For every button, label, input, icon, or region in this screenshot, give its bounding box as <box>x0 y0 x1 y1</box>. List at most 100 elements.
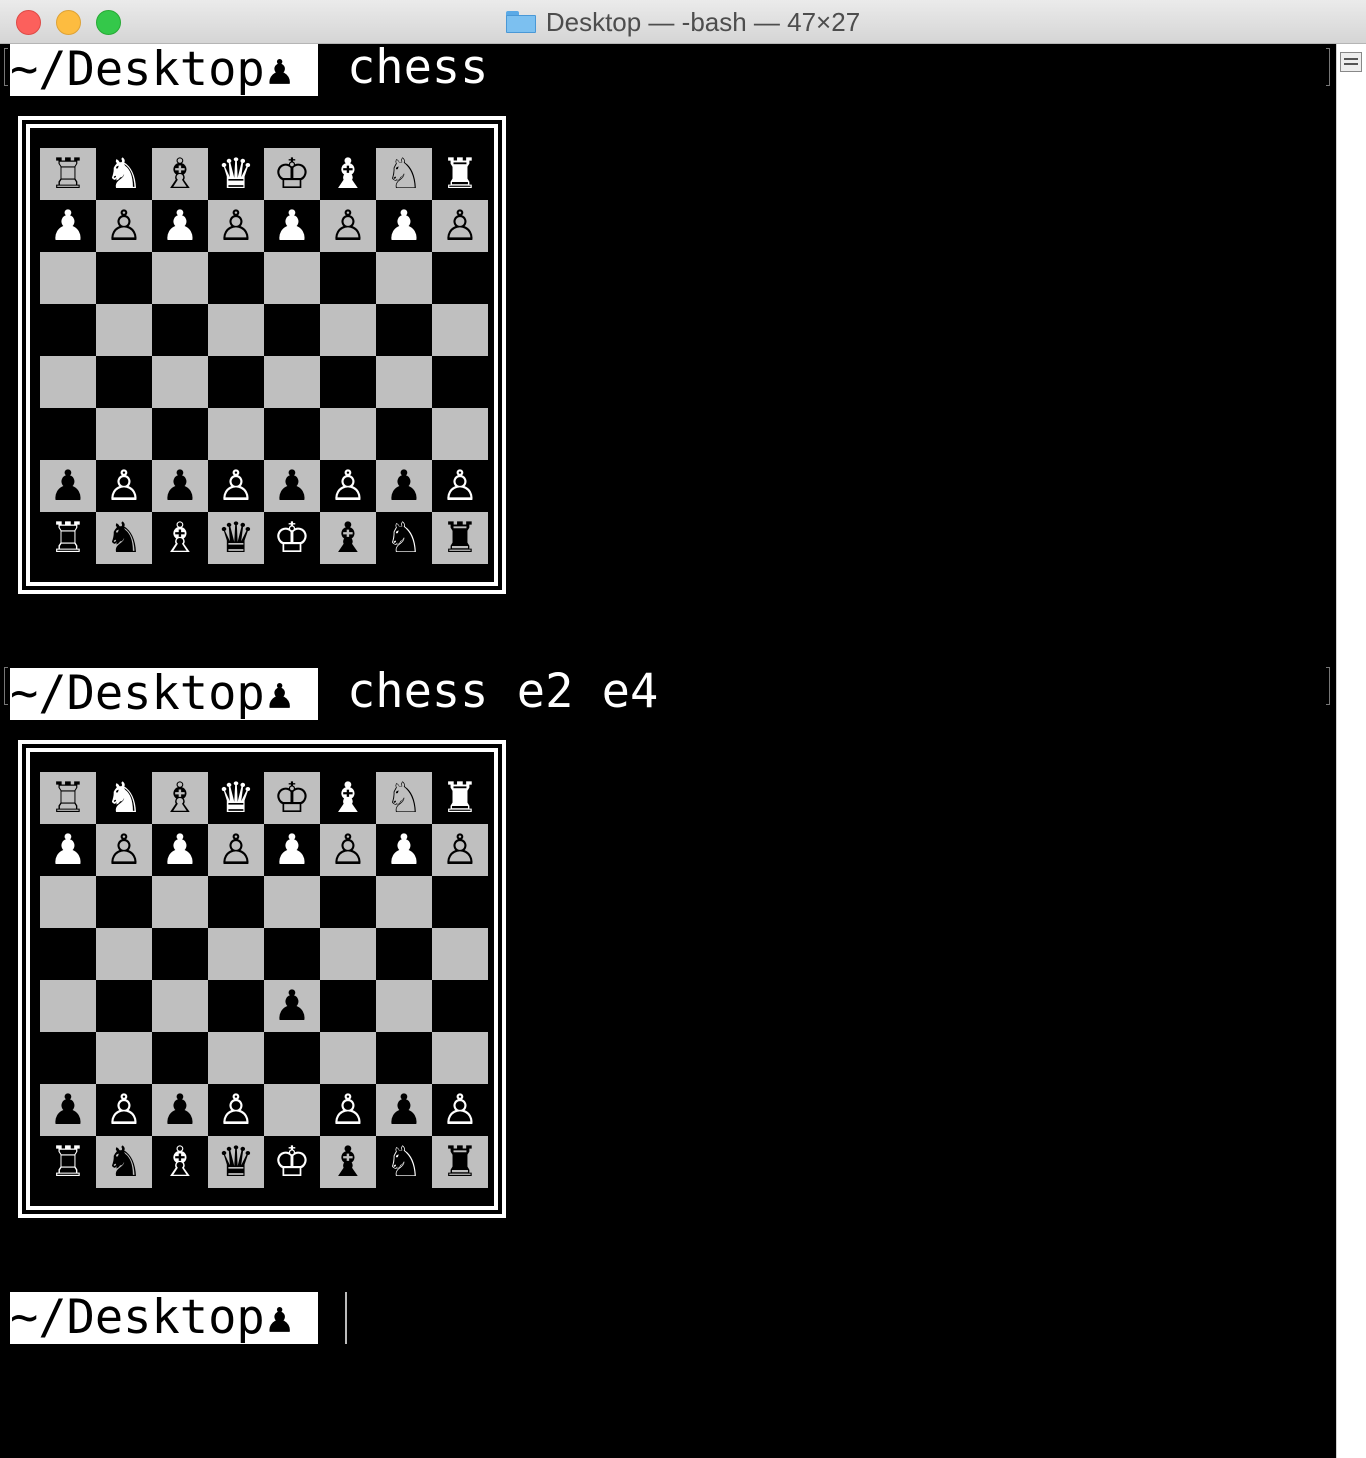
board-square <box>208 928 264 980</box>
board-square: ♔ <box>264 772 320 824</box>
chess-piece-icon: ♟ <box>161 1085 199 1134</box>
chess-piece-icon: ♟ <box>49 201 87 250</box>
chess-piece-icon: ♛ <box>217 773 255 822</box>
chess-piece-icon: ♘ <box>385 513 423 562</box>
chess-piece-icon: ♙ <box>441 1085 479 1134</box>
board-square <box>96 1032 152 1084</box>
chess-piece-icon: ♝ <box>329 773 367 822</box>
command-text: chess e2 e4 <box>347 664 659 719</box>
board-square <box>40 876 96 928</box>
board-square: ♟ <box>40 460 96 512</box>
board-square <box>432 1032 488 1084</box>
board-square <box>152 876 208 928</box>
window-titlebar: Desktop — -bash — 47×27 <box>0 0 1366 44</box>
board-square: ♙ <box>432 200 488 252</box>
text-cursor[interactable] <box>345 1292 347 1344</box>
board-square <box>264 252 320 304</box>
chess-piece-icon: ♝ <box>329 1137 367 1186</box>
chess-piece-icon: ♖ <box>49 149 87 198</box>
board-square <box>376 928 432 980</box>
chess-piece-icon: ♗ <box>161 149 199 198</box>
chess-piece-icon: ♙ <box>441 825 479 874</box>
board-square: ♙ <box>432 824 488 876</box>
chess-piece-icon: ♗ <box>161 1137 199 1186</box>
board-square: ♛ <box>208 148 264 200</box>
board-square <box>208 304 264 356</box>
chess-piece-icon: ♙ <box>441 461 479 510</box>
chess-piece-icon: ♙ <box>329 1085 367 1134</box>
board-square <box>376 980 432 1032</box>
chess-piece-icon: ♙ <box>217 201 255 250</box>
chess-piece-icon: ♙ <box>105 1085 143 1134</box>
board-grid: ♖ ♞ ♗ ♛ ♔ ♝ ♘ ♜ ♟ ♙ ♟ ♙ ♟ ♙ ♟ ♙ ♟ ♟ ♙ ♟ ♙ ♙ ♟ ♙ ♖ ♞ ♗ ♛ ♔ ♝ ♘ ♜ <box>40 772 488 1188</box>
board-square <box>320 928 376 980</box>
board-square: ♔ <box>264 512 320 564</box>
chess-piece-icon: ♛ <box>217 513 255 562</box>
board-square: ♜ <box>432 512 488 564</box>
board-square: ♟ <box>40 824 96 876</box>
board-inner-frame: ♖ ♞ ♗ ♛ ♔ ♝ ♘ ♜ ♟ ♙ ♟ ♙ ♟ ♙ ♟ ♙ ♟ ♟ ♙ ♟ ♙ ♙ ♟ ♙ ♖ ♞ ♗ ♛ ♔ ♝ ♘ ♜ <box>26 748 498 1210</box>
board-square: ♔ <box>264 148 320 200</box>
chess-piece-icon: ♔ <box>273 1137 311 1186</box>
board-square: ♟ <box>264 200 320 252</box>
board-square <box>208 252 264 304</box>
board-square: ♜ <box>432 148 488 200</box>
board-square <box>376 1032 432 1084</box>
chess-piece-icon: ♟ <box>273 461 311 510</box>
chess-piece-icon: ♘ <box>385 149 423 198</box>
board-square <box>320 408 376 460</box>
board-square: ♟ <box>264 824 320 876</box>
chess-piece-icon: ♛ <box>217 149 255 198</box>
board-square <box>432 980 488 1032</box>
board-square: ♙ <box>432 1084 488 1136</box>
board-square: ♜ <box>432 772 488 824</box>
board-square <box>320 356 376 408</box>
board-square <box>264 1032 320 1084</box>
board-square <box>432 408 488 460</box>
prompt-pawn-icon: ♟ <box>267 1293 293 1342</box>
scrollbar-gutter[interactable] <box>1336 44 1366 1458</box>
board-square <box>264 408 320 460</box>
board-square: ♗ <box>152 148 208 200</box>
chess-piece-icon: ♙ <box>105 201 143 250</box>
board-square: ♟ <box>264 460 320 512</box>
board-square <box>40 1032 96 1084</box>
board-square: ♟ <box>40 1084 96 1136</box>
board-square: ♙ <box>208 200 264 252</box>
board-square <box>96 980 152 1032</box>
chess-piece-icon: ♙ <box>217 461 255 510</box>
chess-piece-icon: ♟ <box>49 461 87 510</box>
board-square: ♙ <box>208 460 264 512</box>
chess-piece-icon: ♟ <box>49 825 87 874</box>
board-square <box>96 408 152 460</box>
chess-piece-icon: ♙ <box>441 201 479 250</box>
board-square <box>376 876 432 928</box>
board-square: ♗ <box>152 772 208 824</box>
board-grid: ♖ ♞ ♗ ♛ ♔ ♝ ♘ ♜ ♟ ♙ ♟ ♙ ♟ ♙ ♟ ♙ ♟ ♙ ♟ ♙ ♟ ♙ ♟ ♙ ♖ ♞ ♗ ♛ ♔ ♝ ♘ ♜ <box>40 148 488 564</box>
board-square <box>40 252 96 304</box>
board-square <box>208 408 264 460</box>
board-square <box>264 876 320 928</box>
board-square <box>40 408 96 460</box>
board-square: ♘ <box>376 148 432 200</box>
board-square: ♙ <box>320 460 376 512</box>
window-title-area: Desktop — -bash — 47×27 <box>0 0 1366 44</box>
mark-right-icon <box>1326 667 1330 705</box>
board-square: ♙ <box>320 200 376 252</box>
chess-piece-icon: ♙ <box>105 825 143 874</box>
split-pane-icon[interactable] <box>1340 52 1362 72</box>
board-square <box>208 356 264 408</box>
prompt: ~/Desktop ♟ <box>10 668 318 720</box>
board-square <box>320 980 376 1032</box>
chess-piece-icon: ♜ <box>441 773 479 822</box>
board-square <box>208 876 264 928</box>
chess-piece-icon: ♟ <box>385 201 423 250</box>
chess-piece-icon: ♞ <box>105 1137 143 1186</box>
chess-piece-icon: ♘ <box>385 773 423 822</box>
board-square <box>264 356 320 408</box>
board-square: ♖ <box>40 512 96 564</box>
board-square: ♟ <box>152 824 208 876</box>
board-square: ♟ <box>376 824 432 876</box>
board-square: ♘ <box>376 512 432 564</box>
board-square <box>152 928 208 980</box>
